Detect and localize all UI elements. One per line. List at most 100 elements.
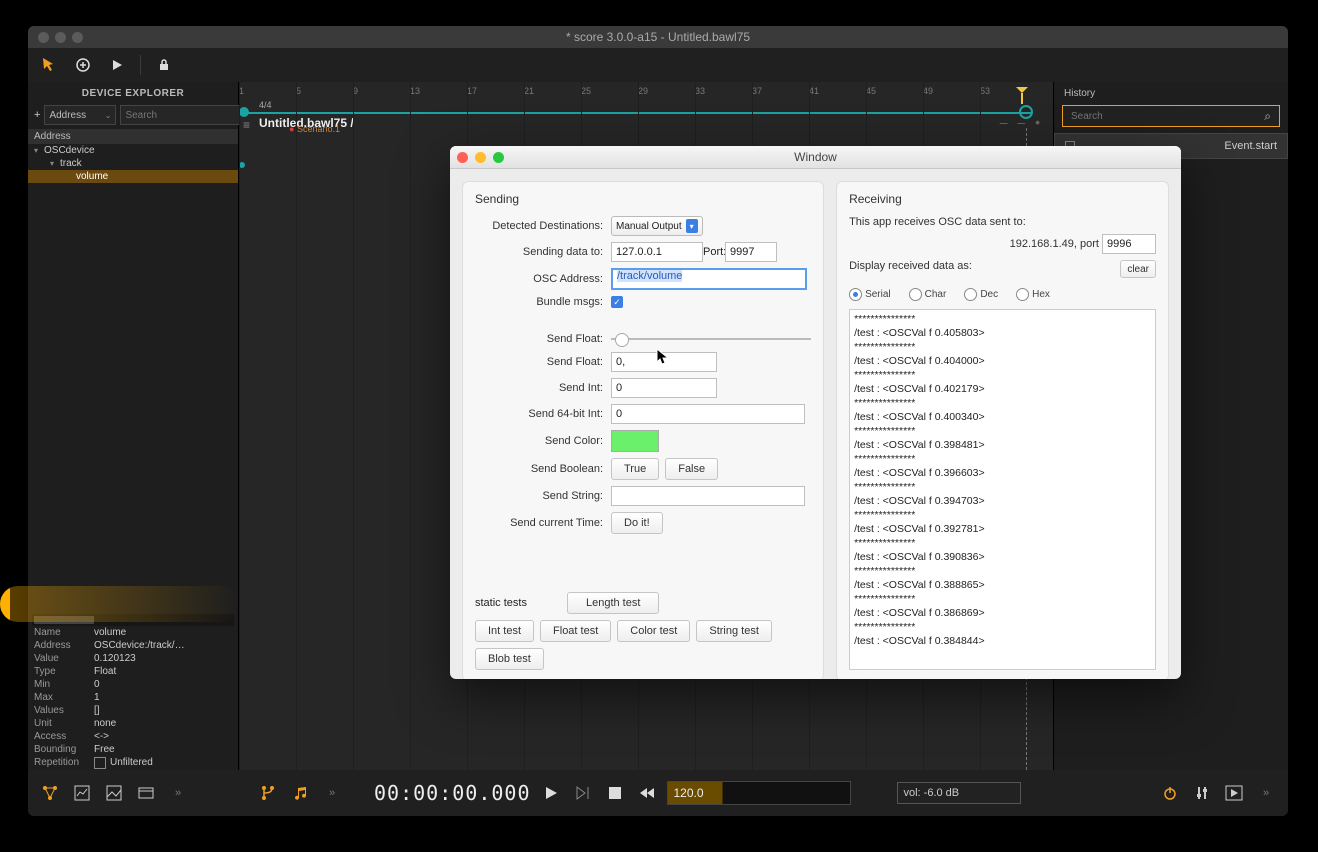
search-icon[interactable]: ⌕ [1262, 109, 1273, 124]
log-line: /test : <OSCVal f 0.388865> [854, 578, 1151, 592]
device-tree: ▾OSCdevice ▾track volume [28, 144, 238, 183]
image-icon[interactable] [102, 781, 126, 805]
more3-icon[interactable]: » [1254, 781, 1278, 805]
static-tests-label: static tests [475, 597, 527, 609]
hamburger-icon[interactable]: ≡ [243, 118, 250, 132]
display-mode-radio[interactable]: Dec [964, 288, 998, 301]
tree-node-device[interactable]: ▾OSCdevice [28, 144, 238, 157]
prop-value: 0.120123 [94, 653, 136, 664]
start-node[interactable] [239, 107, 249, 117]
address-mode-select[interactable]: Address⌄ [44, 105, 116, 125]
volume-display[interactable]: vol: -6.0 dB [897, 782, 1021, 804]
property-inspector: Namevolume AddressOSCdevice:/track/… Val… [28, 626, 238, 770]
color-swatch[interactable] [611, 430, 659, 452]
prop-min: 0 [94, 679, 100, 690]
play-button[interactable] [539, 781, 563, 805]
power-icon[interactable] [1158, 781, 1182, 805]
lock-icon[interactable] [153, 54, 175, 76]
branch-icon[interactable] [256, 781, 280, 805]
ruler-tick: 45 [866, 86, 876, 96]
device-explorer-panel: DEVICE EXPLORER + Address⌄ ⌕ Address ▾OS… [28, 82, 239, 770]
log-line: *************** [854, 368, 1151, 382]
ruler-tick: 41 [809, 86, 819, 96]
osc-titlebar[interactable]: Window [450, 146, 1181, 169]
ruler-tick: 49 [923, 86, 933, 96]
log-line: *************** [854, 424, 1151, 438]
rewind-button[interactable] [635, 781, 659, 805]
ruler-tick: 21 [524, 86, 534, 96]
mixer-icon[interactable] [1190, 781, 1214, 805]
graph-icon[interactable] [38, 781, 62, 805]
log-line: *************** [854, 620, 1151, 634]
address-column-header: Address [28, 129, 238, 144]
log-line: /test : <OSCVal f 0.386869> [854, 606, 1151, 620]
more2-icon[interactable]: » [320, 781, 344, 805]
false-button[interactable]: False [665, 458, 718, 480]
history-search-input[interactable] [1069, 110, 1262, 123]
osc-address-input[interactable]: /track/volume [611, 268, 807, 290]
true-button[interactable]: True [611, 458, 659, 480]
test-button[interactable]: String test [696, 620, 772, 642]
log-line: /test : <OSCVal f 0.396603> [854, 466, 1151, 480]
string-input[interactable] [611, 486, 805, 506]
more-icon[interactable]: » [166, 781, 190, 805]
test-button[interactable]: Color test [617, 620, 690, 642]
trigger-marker[interactable] [1015, 86, 1029, 104]
log-line: *************** [854, 508, 1151, 522]
receive-log[interactable]: *************** /test : <OSCVal f 0.40580… [849, 309, 1156, 670]
log-line: *************** [854, 564, 1151, 578]
time-ruler[interactable]: 4/4 1591317212529333741454953 [239, 82, 1053, 116]
int-input[interactable] [611, 378, 717, 398]
doit-button[interactable]: Do it! [611, 512, 663, 534]
test-button[interactable]: Int test [475, 620, 534, 642]
output-icon[interactable] [1222, 781, 1246, 805]
music-icon[interactable] [288, 781, 312, 805]
float-slider[interactable] [611, 332, 811, 346]
bundle-checkbox[interactable]: ✓ [611, 296, 623, 308]
prop-values: [] [94, 705, 100, 716]
tree-node-track[interactable]: ▾track [28, 157, 238, 170]
add-icon[interactable] [72, 54, 94, 76]
log-line: /test : <OSCVal f 0.404000> [854, 354, 1151, 368]
grid-line [296, 82, 297, 770]
pointer-tool-icon[interactable] [38, 54, 60, 76]
add-device-button[interactable]: + [34, 109, 40, 121]
display-mode-radio[interactable]: Char [909, 288, 947, 301]
play-section-button[interactable] [571, 781, 595, 805]
color-label: Send Color: [475, 435, 611, 447]
tree-node-volume[interactable]: volume [28, 170, 238, 183]
test-button[interactable]: Float test [540, 620, 611, 642]
play-tool-icon[interactable] [106, 54, 128, 76]
log-line: /test : <OSCVal f 0.402179> [854, 382, 1151, 396]
interval-line[interactable] [239, 112, 1031, 114]
clear-button[interactable]: clear [1120, 260, 1156, 278]
receiving-port-input[interactable] [1102, 234, 1156, 254]
log-line: *************** [854, 536, 1151, 550]
log-line: /test : <OSCVal f 0.405803> [854, 326, 1151, 340]
port-input[interactable] [725, 242, 777, 262]
titlebar: * score 3.0.0-a15 - Untitled.bawl75 [28, 26, 1288, 48]
repetition-checkbox[interactable] [94, 757, 106, 769]
grid-line [410, 82, 411, 770]
bool-label: Send Boolean: [475, 463, 611, 475]
prop-bounding: Free [94, 744, 115, 755]
string-label: Send String: [475, 490, 611, 502]
window-icon[interactable] [134, 781, 158, 805]
destinations-select[interactable]: Manual Output▾ [611, 216, 703, 236]
chart-icon[interactable] [70, 781, 94, 805]
tempo-field[interactable]: 120.0 [667, 781, 851, 805]
int64-input[interactable] [611, 404, 805, 424]
window-title: * score 3.0.0-a15 - Untitled.bawl75 [28, 30, 1288, 44]
test-button[interactable]: Blob test [475, 648, 544, 670]
ruler-tick: 37 [752, 86, 762, 96]
tree-h-scrollbar[interactable] [32, 614, 234, 626]
display-mode-radio[interactable]: Serial [849, 288, 891, 301]
ip-input[interactable] [611, 242, 703, 262]
length-test-button[interactable]: Length test [567, 592, 659, 614]
stop-button[interactable] [603, 781, 627, 805]
display-mode-radio[interactable]: Hex [1016, 288, 1050, 301]
ruler-tick: 53 [980, 86, 990, 96]
prop-max: 1 [94, 692, 100, 703]
history-search[interactable]: ⌕ [1062, 105, 1280, 127]
log-line: *************** [854, 396, 1151, 410]
